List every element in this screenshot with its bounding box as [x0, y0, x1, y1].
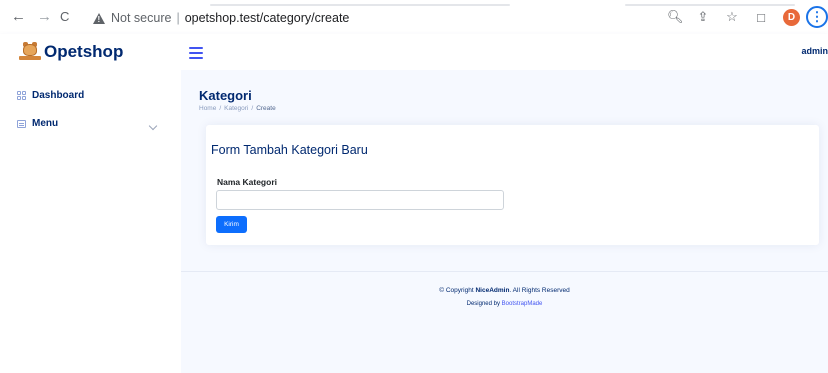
sidebar-item-menu[interactable]: Menu	[17, 118, 58, 129]
toggle-sidebar-icon[interactable]	[189, 47, 203, 59]
copyright: © Copyright NiceAdmin. All Rights Reserv…	[181, 287, 828, 294]
profile-avatar[interactable]: D	[783, 8, 800, 26]
sidebar-item-label: Dashboard	[32, 90, 85, 101]
brand-name: Opetshop	[44, 42, 124, 61]
breadcrumb: Home / Kategori / Create	[199, 105, 276, 112]
warning-icon	[93, 12, 105, 24]
more-menu-icon[interactable]: ⋮	[806, 6, 828, 28]
back-button[interactable]: ←	[11, 9, 26, 24]
page-title: Kategori	[199, 88, 252, 103]
zoom-icon[interactable]: 🔍︎	[667, 9, 684, 25]
menu-icon	[17, 119, 26, 128]
main-content: Kategori Home / Kategori / Create Form Tamba…	[181, 70, 828, 373]
breadcrumb-kategori[interactable]: Kategori	[224, 105, 248, 112]
credits: Designed by BootstrapMade	[181, 301, 828, 307]
pet-logo-icon	[19, 42, 41, 61]
copyright-brand: NiceAdmin	[475, 287, 510, 294]
sidebar-item-dashboard[interactable]: Dashboard	[17, 90, 84, 101]
star-icon[interactable]: ☆	[725, 9, 739, 25]
sidebar: Dashboard Menu	[0, 70, 181, 373]
forward-button[interactable]: →	[37, 9, 52, 24]
security-status[interactable]: Not secure	[111, 11, 171, 25]
grid-icon	[17, 91, 26, 100]
url-text[interactable]: opetshop.test/category/create	[185, 11, 350, 25]
sidepanel-icon[interactable]: □	[754, 10, 768, 25]
brand-logo[interactable]: Opetshop	[19, 42, 123, 62]
copyright-prefix: © Copyright	[439, 287, 476, 294]
app-header: Opetshop admin	[0, 34, 828, 70]
address-bar[interactable]: Not secure | opetshop.test/category/crea…	[93, 9, 349, 27]
form-card: Form Tambah Kategori Baru Nama Kategori …	[206, 125, 819, 245]
tab-strip-segment	[210, 4, 510, 6]
browser-actions: 🔍︎ ⇪ ☆ □ D ⋮	[667, 6, 828, 28]
breadcrumb-current: Create	[256, 105, 276, 112]
designer-link[interactable]: BootstrapMade	[502, 301, 543, 307]
submit-button[interactable]: Kirim	[216, 216, 247, 233]
footer-divider	[181, 271, 828, 272]
url-separator: |	[176, 11, 180, 25]
breadcrumb-home[interactable]: Home	[199, 105, 216, 112]
share-icon[interactable]: ⇪	[696, 9, 710, 25]
browser-toolbar: ← → C Not secure | opetshop.test/categor…	[0, 0, 828, 34]
nama-kategori-input[interactable]	[216, 190, 504, 210]
copyright-suffix: . All Rights Reserved	[509, 287, 570, 294]
nama-kategori-label: Nama Kategori	[217, 177, 277, 187]
sidebar-item-label: Menu	[32, 118, 59, 129]
user-menu[interactable]: admin	[801, 46, 828, 56]
reload-button[interactable]: C	[60, 10, 69, 24]
credits-prefix: Designed by	[466, 301, 502, 307]
form-title: Form Tambah Kategori Baru	[211, 143, 368, 157]
